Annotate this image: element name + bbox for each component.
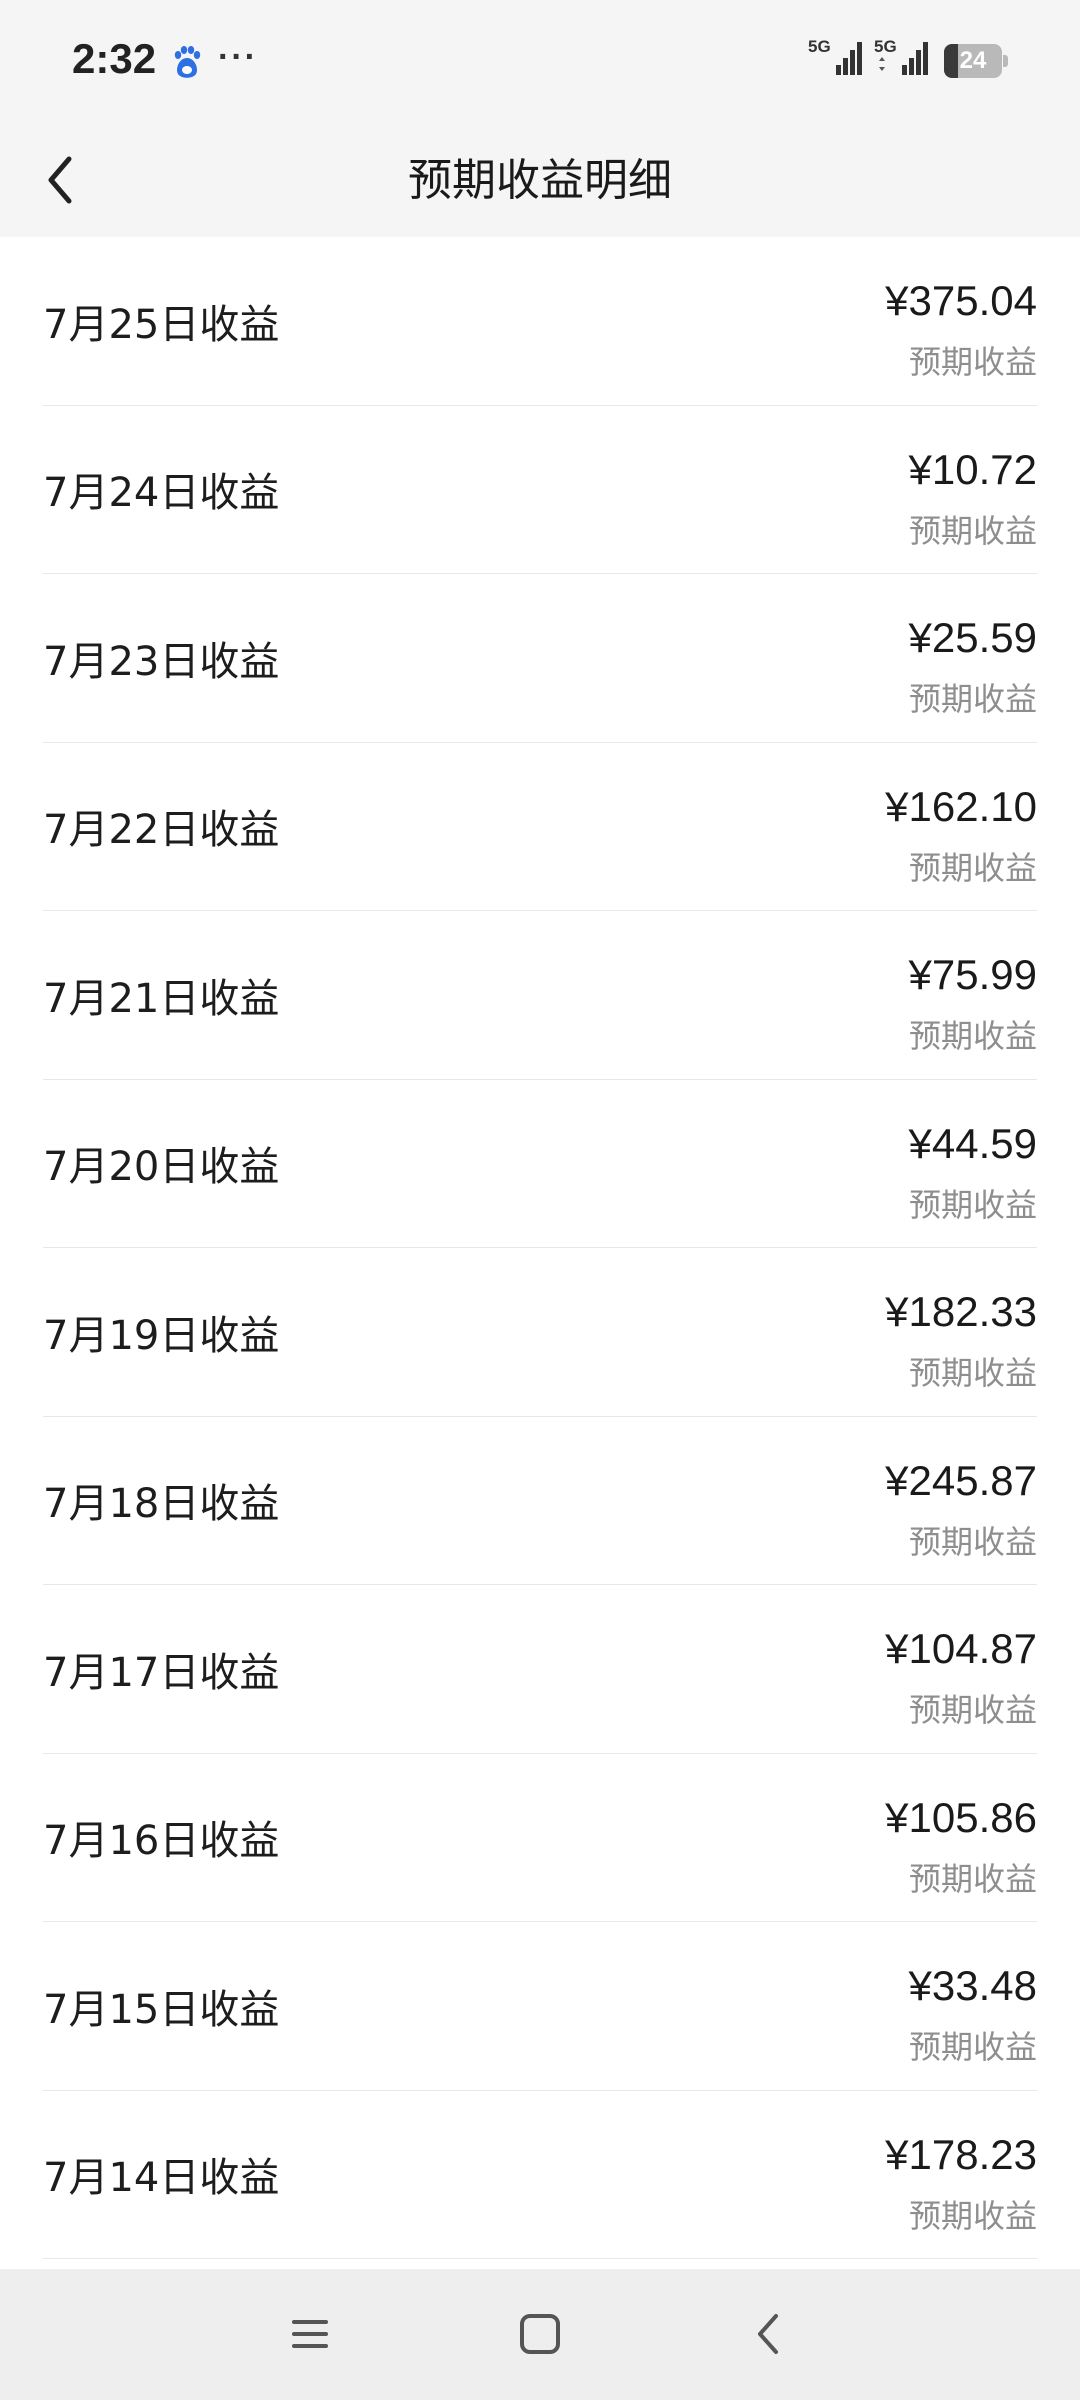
earnings-date-label: 7月17日收益 [43,1649,280,1696]
status-time: 2:32 [72,35,157,82]
earnings-date-label: 7月15日收益 [43,1986,280,2033]
earnings-amount: ¥178.23 [885,2130,1037,2178]
earnings-type-label: 预期收益 [908,2028,1037,2066]
earnings-date-label: 7月19日收益 [43,1312,280,1359]
list-item[interactable]: 7月24日收益 ¥10.72 预期收益 [43,406,1037,574]
earnings-amount: ¥182.33 [885,1288,1037,1335]
list-item[interactable]: 7月16日收益 ¥105.86 预期收益 [43,1754,1037,1922]
earnings-type-label: 预期收益 [908,1859,1037,1898]
list-item[interactable]: 7月22日收益 ¥162.10 预期收益 [43,743,1037,911]
signal-5g-icon: 5G [874,37,932,79]
page-title: 预期收益明细 [408,155,672,206]
earnings-date-label: 7月21日收益 [43,975,280,1022]
menu-icon [292,2320,328,2348]
baidu-paw-icon [174,46,201,78]
back-triangle-icon [758,2314,778,2354]
earnings-type-label: 预期收益 [908,511,1037,550]
earnings-type-label: 预期收益 [908,680,1037,718]
earnings-type-label: 预期收益 [908,848,1037,887]
system-nav-bar [0,2269,1080,2400]
earnings-type-label: 预期收益 [908,1185,1037,1224]
earnings-amount: ¥10.72 [908,445,1037,493]
list-item[interactable]: 7月23日收益 ¥25.59 预期收益 [43,574,1037,743]
battery-indicator: 24 [944,44,1008,78]
back-button[interactable] [30,145,90,215]
earnings-date-label: 7月25日收益 [43,301,280,348]
earnings-amount: ¥33.48 [908,1962,1037,2009]
earnings-type-label: 预期收益 [908,1354,1037,1392]
status-bar: 2:32 ··· 5G 5G 24 [0,0,1080,125]
more-dots-icon: ··· [218,38,258,76]
list-item[interactable]: 7月18日收益 ¥245.87 预期收益 [43,1417,1037,1585]
nav-back-button[interactable] [728,2299,808,2369]
earnings-date-label: 7月16日收益 [43,1818,280,1865]
earnings-amount: ¥375.04 [885,277,1037,324]
list-item[interactable]: 7月17日收益 ¥104.87 预期收益 [43,1585,1037,1754]
earnings-type-label: 预期收益 [908,1522,1037,1561]
earnings-amount: ¥44.59 [908,1119,1037,1167]
earnings-type-label: 预期收益 [908,1691,1037,1729]
earnings-list: 7月25日收益 ¥375.04 预期收益 7月24日收益 ¥10.72 预期收益… [0,237,1080,2269]
list-item[interactable]: 7月20日收益 ¥44.59 预期收益 [43,1080,1037,1248]
list-item[interactable]: 7月21日收益 ¥75.99 预期收益 [43,911,1037,1080]
chevron-left-icon [48,156,72,204]
earnings-type-label: 预期收益 [908,343,1037,381]
earnings-date-label: 7月24日收益 [43,470,280,517]
home-square-icon [520,2314,560,2354]
earnings-amount: ¥104.87 [885,1625,1037,1672]
list-item[interactable]: 7月14日收益 ¥178.23 预期收益 [43,2091,1037,2259]
signal-5g-icon: 5G [808,37,866,79]
earnings-type-label: 预期收益 [908,2196,1037,2235]
earnings-date-label: 7月18日收益 [43,1481,280,1528]
earnings-date-label: 7月22日收益 [43,807,280,854]
battery-level-text: 24 [959,47,987,74]
earnings-date-label: 7月20日收益 [43,1144,280,1191]
earnings-type-label: 预期收益 [908,1017,1037,1055]
earnings-amount: ¥25.59 [908,614,1037,661]
list-item[interactable]: 7月15日收益 ¥33.48 预期收益 [43,1922,1037,2091]
earnings-date-label: 7月23日收益 [43,638,280,685]
menu-button[interactable] [270,2299,350,2369]
earnings-amount: ¥162.10 [885,782,1037,830]
home-button[interactable] [500,2299,580,2369]
app-header: 预期收益明细 [0,125,1080,237]
earnings-amount: ¥105.86 [885,1793,1037,1841]
list-item[interactable]: 7月25日收益 ¥375.04 预期收益 [43,237,1037,406]
earnings-date-label: 7月14日收益 [43,2155,280,2202]
list-item[interactable]: 7月19日收益 ¥182.33 预期收益 [43,1248,1037,1417]
earnings-amount: ¥245.87 [885,1456,1037,1504]
earnings-amount: ¥75.99 [908,951,1037,998]
